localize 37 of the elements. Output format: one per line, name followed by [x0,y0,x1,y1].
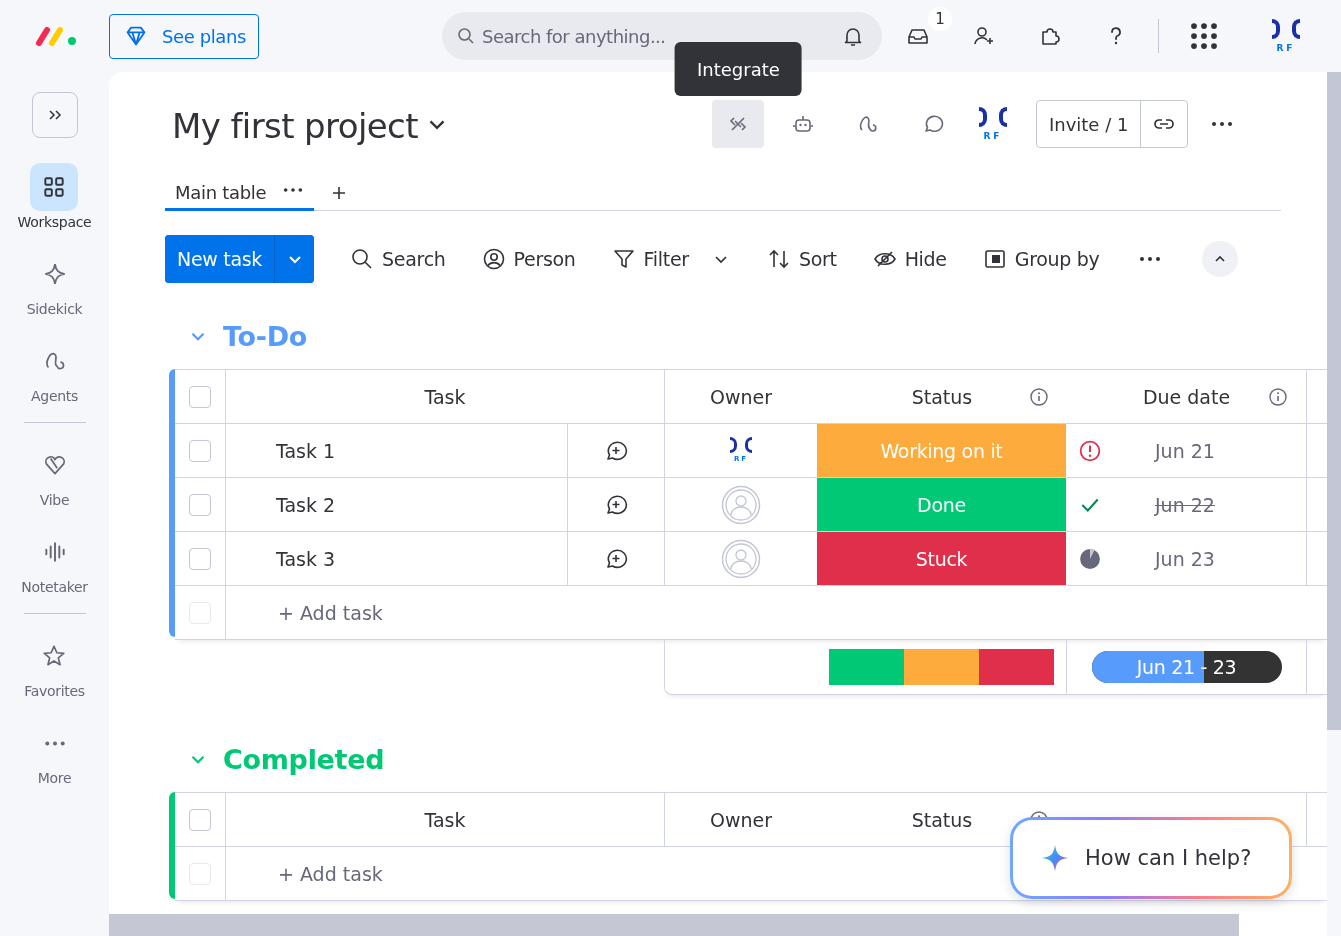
column-header: Status [911,385,973,408]
due-date[interactable]: Jun 22 [1155,493,1215,516]
sidebar-item[interactable]: Sidekick [26,250,83,317]
column-header: Due date [1142,385,1231,408]
due-date[interactable]: Jun 21 [1155,439,1215,462]
sidebar-item[interactable]: Agents [30,337,79,404]
due-date[interactable]: Jun 23 [1155,547,1215,570]
column-header: Task [424,808,466,831]
add-task-link[interactable]: + Add task [278,601,383,624]
toolbar-button[interactable]: Group by [982,247,1100,271]
column-header: Owner [709,385,772,408]
status-label[interactable]: Stuck [817,532,1067,585]
group-title[interactable]: To-Do [223,320,308,352]
sidebar-item[interactable]: Notetaker [21,528,88,595]
add-task-link[interactable]: + Add task [278,862,383,885]
tooltip: Integrate [675,42,802,96]
sidebar-item[interactable]: More [30,719,79,786]
toolbar-button[interactable]: Search [350,247,446,271]
timeline-pill[interactable]: Jun 21 - 23 [1091,651,1282,683]
task-name[interactable]: Task 3 [276,547,336,570]
board-title[interactable]: My first project [172,102,418,146]
toolbar-button[interactable]: Hide [872,247,947,271]
column-header: Owner [709,808,772,831]
task-name[interactable]: Task 2 [276,493,336,516]
column-header: Status [911,808,973,831]
sidebar-item[interactable]: Vibe [30,441,79,508]
toolbar-button[interactable]: Filter [611,247,731,271]
assistant-popup[interactable]: How can I help? [1010,817,1292,899]
task-name[interactable]: Task 1 [276,439,336,462]
toolbar-button[interactable]: Person [481,247,576,271]
sidebar-item[interactable]: Favorites [24,632,85,699]
view-tab[interactable]: Main table [165,176,315,211]
notification-badge: 1 [927,7,952,31]
see-plans-button[interactable]: See plans [109,13,259,59]
column-header: Task [424,385,466,408]
toolbar-button[interactable]: Sort [766,247,837,271]
sidebar-item[interactable]: Workspace [17,163,92,230]
